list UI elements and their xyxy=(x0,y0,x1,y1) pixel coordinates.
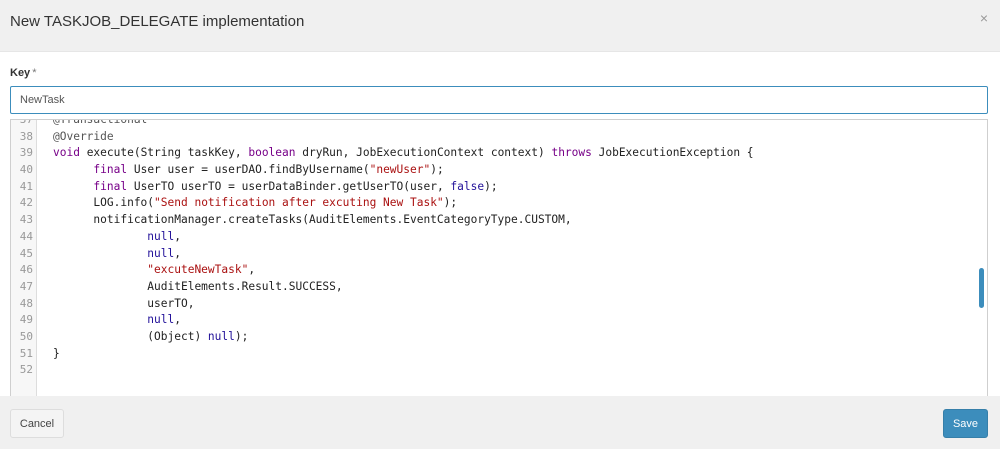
code-token: null xyxy=(147,313,175,327)
code-token: , xyxy=(174,313,181,327)
code-token: "excuteNewTask" xyxy=(147,263,249,277)
code-token: ); xyxy=(234,329,249,343)
dialog-title: New TASKJOB_DELEGATE implementation xyxy=(10,13,305,30)
line-number: 38 xyxy=(19,129,33,143)
line-number: 50 xyxy=(19,329,33,343)
line-number: 41 xyxy=(19,179,33,193)
line-number: 47 xyxy=(19,279,33,293)
code-line: @Transactional xyxy=(38,120,975,129)
line-number: 49 xyxy=(19,313,33,327)
code-line: null, xyxy=(38,246,975,263)
line-number: 39 xyxy=(19,146,33,160)
code-line: @Override xyxy=(38,129,975,146)
code-token: dryRun, JobExecutionContext context) xyxy=(295,146,552,160)
code-token: AuditElements.Result.SUCCESS, xyxy=(53,279,343,293)
code-token: (Object) xyxy=(53,329,208,343)
code-token: null xyxy=(147,246,175,260)
scrollbar-thumb[interactable] xyxy=(979,268,984,308)
line-number: 52 xyxy=(19,363,33,377)
line-number: 51 xyxy=(19,346,33,360)
code-token: , xyxy=(248,263,256,277)
dialog-footer: Cancel Save xyxy=(0,396,1000,449)
editor-scrollbar[interactable] xyxy=(975,120,987,422)
code-token: throws xyxy=(551,146,592,160)
line-number: 42 xyxy=(19,196,33,210)
code-line: (Object) null); xyxy=(38,329,975,346)
line-number: 45 xyxy=(19,246,33,260)
code-token: UserTO userTO = userDataBinder.getUserTO… xyxy=(127,179,451,193)
line-number: 46 xyxy=(19,263,33,277)
code-token: ); xyxy=(484,179,498,193)
code-token: "Send notification after excuting New Ta… xyxy=(154,196,444,210)
key-label-text: Key xyxy=(10,67,31,79)
dialog-header: New TASKJOB_DELEGATE implementation × xyxy=(0,0,1000,52)
code-token: void xyxy=(53,146,80,160)
line-number: 37 xyxy=(19,119,33,126)
code-token: final xyxy=(93,163,128,177)
code-token: JobExecutionException { xyxy=(591,146,754,160)
code-line: } xyxy=(38,346,975,363)
code-line: final User user = userDAO.findByUsername… xyxy=(38,162,975,179)
code-editor[interactable]: 37 38 39 40 41 42 43 44 45 46 47 48 49 50 51 52 @Transa… xyxy=(10,119,988,423)
cancel-button[interactable]: Cancel xyxy=(10,409,64,438)
code-token: } xyxy=(53,346,60,360)
line-number: 48 xyxy=(19,296,33,310)
code-token: notificationManager.createTasks(AuditEle… xyxy=(53,213,572,227)
code-line: AuditElements.Result.SUCCESS, xyxy=(38,279,975,296)
code-token: "newUser" xyxy=(369,163,431,177)
code-token: ); xyxy=(443,196,458,210)
key-input[interactable] xyxy=(10,86,988,114)
close-icon[interactable]: × xyxy=(980,10,988,26)
dialog-body: Key* 37 38 39 40 41 42 43 44 45 46 47 48 49 50 51 52 @T… xyxy=(0,52,1000,423)
code-token: userTO, xyxy=(53,296,195,310)
line-number: 40 xyxy=(19,163,33,177)
code-line: userTO, xyxy=(38,296,975,313)
code-token: @Transactional xyxy=(53,120,147,126)
code-line: void execute(String taskKey, boolean dry… xyxy=(38,145,975,162)
save-button[interactable]: Save xyxy=(943,409,988,438)
line-number-gutter: 37 38 39 40 41 42 43 44 45 46 47 48 49 50 51 52 xyxy=(11,120,37,422)
code-line: final UserTO userTO = userDataBinder.get… xyxy=(38,179,975,196)
code-token: LOG.info( xyxy=(53,196,155,210)
line-number: 44 xyxy=(19,229,33,243)
code-token: User user = userDAO.findByUsername( xyxy=(127,163,370,177)
code-line: null, xyxy=(38,229,975,246)
required-marker: * xyxy=(32,67,37,79)
code-line: "excuteNewTask", xyxy=(38,262,975,279)
key-label: Key * xyxy=(10,67,36,79)
code-token: final xyxy=(93,179,128,193)
code-token: boolean xyxy=(248,146,296,160)
code-token: , xyxy=(174,246,181,260)
code-token: execute(String taskKey, xyxy=(79,146,249,160)
code-token: null xyxy=(147,229,175,243)
code-token: @Override xyxy=(53,129,114,143)
line-number: 43 xyxy=(19,213,33,227)
code-line: notificationManager.createTasks(AuditEle… xyxy=(38,212,975,229)
code-token: false xyxy=(450,179,485,193)
code-token: null xyxy=(207,329,235,343)
code-area[interactable]: @Transactional @Override void execute(Stri… xyxy=(38,120,975,422)
code-token: , xyxy=(174,229,181,243)
code-token: ); xyxy=(430,163,444,177)
code-line: LOG.info("Send notification after excuti… xyxy=(38,195,975,212)
code-line: null, xyxy=(38,312,975,329)
